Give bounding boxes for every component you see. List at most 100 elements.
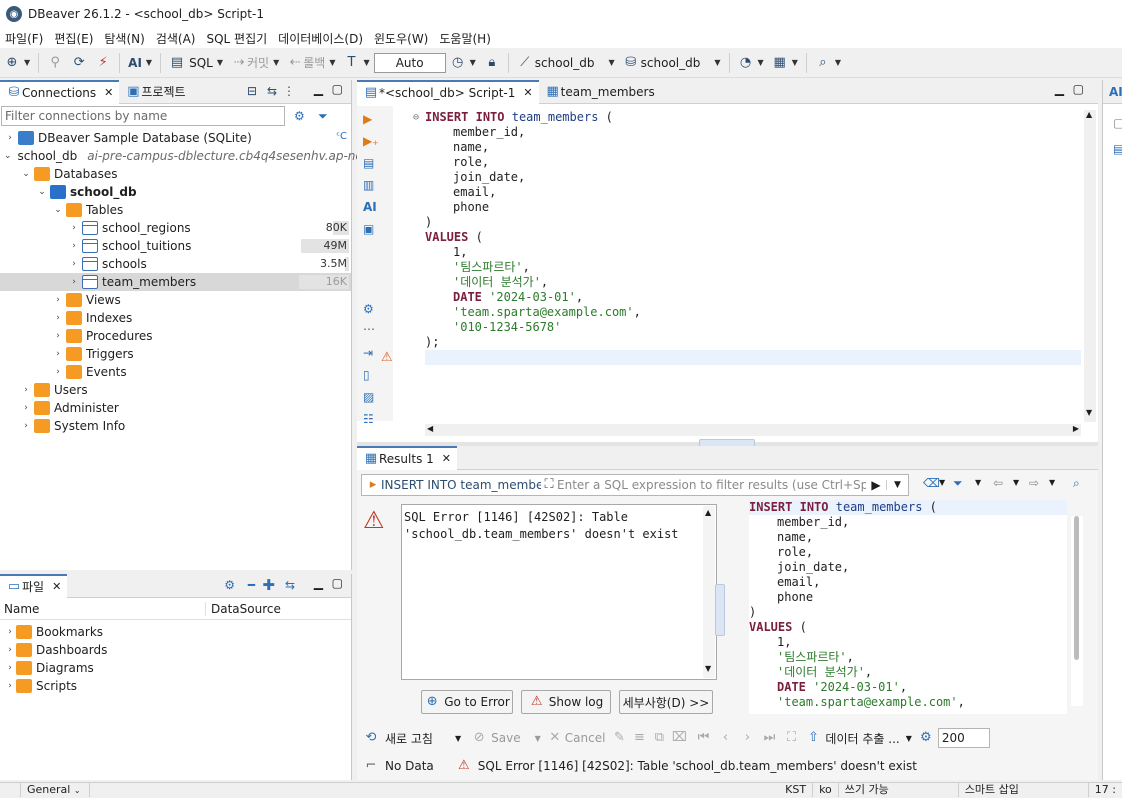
search-button[interactable]: ⌕ ▼: [811, 51, 845, 75]
editor-vertical-scrollbar[interactable]: ▲ ▼: [1084, 110, 1096, 422]
tree-databases[interactable]: ⌄ Databases: [0, 165, 351, 183]
scroll-left-icon[interactable]: ◀: [427, 424, 433, 433]
general-selector[interactable]: General ⌄: [20, 782, 90, 797]
expand-arrow-icon[interactable]: ›: [52, 349, 64, 359]
chevron-down-icon[interactable]: ▼: [906, 734, 912, 743]
scroll-down-icon[interactable]: ▼: [705, 664, 711, 673]
sql-preview-scrollbar[interactable]: [1071, 516, 1083, 706]
collapse-arrow-icon[interactable]: ⌄: [36, 187, 48, 197]
chevron-down-icon[interactable]: ▼: [1013, 478, 1019, 487]
expand-arrow-icon[interactable]: ›: [68, 277, 80, 287]
close-icon[interactable]: ✕: [104, 86, 113, 99]
error-message-box[interactable]: SQL Error [1146] [42S02]: Table 'school_…: [401, 504, 717, 680]
tree-administer[interactable]: › Administer: [0, 399, 351, 417]
view-menu-icon[interactable]: ⋮: [283, 84, 295, 98]
filter-connections-input[interactable]: Filter connections by name: [1, 106, 285, 126]
next-page-icon[interactable]: ›: [739, 730, 755, 746]
expand-arrow-icon[interactable]: ›: [68, 259, 80, 269]
tree-indexes[interactable]: › Indexes: [0, 309, 351, 327]
tab-results-1[interactable]: ▦ Results 1 ✕: [357, 445, 457, 470]
reconnect-button[interactable]: ⟳: [67, 51, 91, 75]
tab-files[interactable]: ▭ 파일 ✕: [0, 573, 68, 598]
file-item-bookmarks[interactable]: › Bookmarks: [0, 623, 351, 641]
menu-search[interactable]: 검색(A): [151, 30, 202, 47]
collapse-all-icon[interactable]: ⊟: [247, 84, 257, 98]
rollback-button[interactable]: ⇠ 롤백 ▼: [283, 51, 339, 75]
datasource-selector[interactable]: ⟋ school_db ▼: [513, 51, 619, 75]
tab-ai-assistant[interactable]: AI: [1103, 80, 1122, 104]
column-name[interactable]: Name: [0, 601, 206, 616]
chevron-down-icon[interactable]: ▼: [1049, 478, 1055, 487]
add-icon[interactable]: ✚: [262, 576, 275, 594]
tree-table-row[interactable]: › schools 3.5M: [0, 255, 351, 273]
collapse-arrow-icon[interactable]: ⌄: [4, 151, 12, 161]
new-connection-button[interactable]: ⊕ ▼: [0, 51, 34, 75]
apply-filter-icon[interactable]: ▶: [866, 478, 886, 492]
menu-sql-editor[interactable]: SQL 편집기: [201, 30, 273, 47]
scroll-up-icon[interactable]: ▲: [705, 508, 711, 517]
scroll-thumb[interactable]: [1074, 516, 1079, 660]
chevron-down-icon[interactable]: ▼: [939, 478, 945, 487]
tree-table-row[interactable]: › team_members 16K: [0, 273, 351, 291]
fetch-all-icon[interactable]: ⛶: [783, 730, 799, 746]
settings-icon[interactable]: ⚙: [224, 578, 235, 592]
tab-script-1[interactable]: ▤ *<school_db> Script-1 ✕: [357, 79, 539, 104]
more-icon[interactable]: ⋯: [363, 322, 375, 336]
menu-file[interactable]: 파일(F): [0, 30, 49, 47]
maximize-icon[interactable]: ▢: [332, 82, 343, 96]
filter-history-icon[interactable]: ▼: [886, 480, 908, 490]
export-icon[interactable]: ⇥: [363, 346, 373, 360]
close-icon[interactable]: ✕: [442, 452, 451, 465]
expand-arrow-icon[interactable]: ›: [20, 385, 32, 395]
terminal-icon[interactable]: ▣: [363, 222, 374, 236]
settings-icon[interactable]: ⚙: [363, 302, 374, 316]
tree-sample-db[interactable]: › DBeaver Sample Database (SQLite) ᶜC: [0, 129, 351, 147]
chevron-down-icon[interactable]: ▼: [455, 734, 461, 743]
tree-system-info[interactable]: › System Info: [0, 417, 351, 435]
error-sql-preview[interactable]: INSERT INTO team_members ( member_id, na…: [749, 500, 1067, 714]
link-editor-icon[interactable]: ⇆: [267, 84, 277, 98]
tree-views[interactable]: › Views: [0, 291, 351, 309]
tab-team-members[interactable]: ▦ team_members: [539, 80, 661, 104]
tree-events[interactable]: › Events: [0, 363, 351, 381]
ai-assist-icon[interactable]: AI: [363, 200, 377, 214]
expand-arrow-icon[interactable]: ›: [4, 627, 16, 637]
prev-page-icon[interactable]: ‹: [717, 730, 733, 746]
expand-arrow-icon[interactable]: ›: [52, 331, 64, 341]
save-script-icon[interactable]: ▨: [363, 390, 374, 404]
maximize-icon[interactable]: ▢: [332, 576, 343, 590]
commit-button[interactable]: ⇢ 커밋 ▼: [227, 51, 283, 75]
delete-row-icon[interactable]: ⌧: [671, 730, 687, 746]
last-page-icon[interactable]: ⏭: [761, 730, 777, 746]
details-button[interactable]: 세부사항(D) >>: [619, 690, 713, 714]
maximize-icon[interactable]: ▢: [1073, 82, 1084, 96]
execute-in-new-tab-icon[interactable]: ▶₊: [363, 134, 379, 148]
column-datasource[interactable]: DataSource: [206, 602, 281, 616]
cancel-icon[interactable]: ✕: [547, 730, 563, 746]
search-icon[interactable]: ⌕: [1073, 476, 1080, 491]
export-data-button[interactable]: 데이터 추출 ...: [825, 730, 899, 747]
history-button[interactable]: ◷ ▼: [446, 51, 480, 75]
export-icon[interactable]: ⇧: [805, 730, 821, 746]
close-icon[interactable]: ✕: [523, 86, 532, 99]
back-icon[interactable]: ⇦: [993, 476, 1003, 490]
expand-arrow-icon[interactable]: ›: [68, 223, 80, 233]
tree-tables[interactable]: ⌄ Tables: [0, 201, 351, 219]
go-to-error-button[interactable]: ⊕ Go to Error: [421, 690, 513, 714]
expand-arrow-icon[interactable]: ›: [52, 367, 64, 377]
menu-help[interactable]: 도움말(H): [434, 30, 497, 47]
first-page-icon[interactable]: ⏮: [695, 730, 711, 746]
file-item-scripts[interactable]: › Scripts: [0, 677, 351, 695]
tab-projects[interactable]: ▣ 프로젝트: [119, 80, 191, 104]
file-item-dashboards[interactable]: › Dashboards: [0, 641, 351, 659]
eraser-icon[interactable]: ⌫: [923, 476, 940, 490]
scroll-right-icon[interactable]: ▶: [1073, 424, 1079, 433]
expand-arrow-icon[interactable]: ›: [20, 421, 32, 431]
edit-row-icon[interactable]: ✎: [611, 730, 627, 746]
disconnect-button[interactable]: ⚡: [91, 51, 115, 75]
fold-toggle-icon[interactable]: ⊖: [413, 112, 419, 123]
expand-arrow-icon[interactable]: ›: [20, 403, 32, 413]
menu-edit[interactable]: 편집(E): [49, 30, 99, 47]
error-marker-icon[interactable]: ⚠: [381, 350, 393, 365]
scroll-down-icon[interactable]: ▼: [1086, 408, 1092, 417]
